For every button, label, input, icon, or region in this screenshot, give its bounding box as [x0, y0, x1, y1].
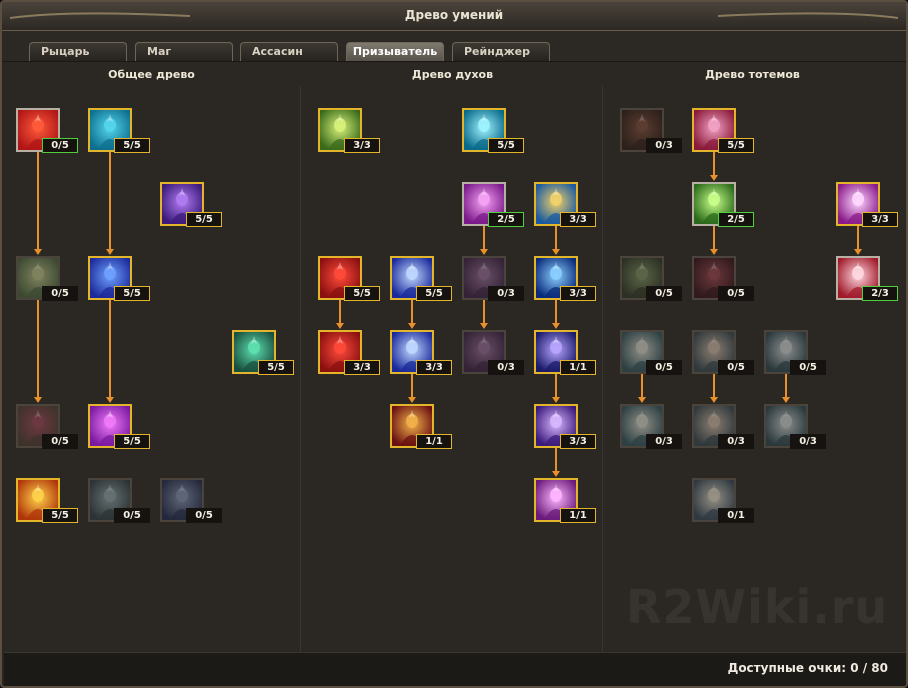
- skill-spirits-red-brute[interactable]: 5/5: [318, 256, 380, 301]
- skill-spirits-blue-warrior[interactable]: 3/3: [534, 256, 596, 301]
- skill-rank-badge: 1/1: [416, 434, 452, 449]
- skill-rank-badge: 5/5: [718, 138, 754, 153]
- tab-summoner[interactable]: Призыватель: [346, 42, 444, 61]
- column-divider: [300, 86, 301, 652]
- skill-rank-badge: 2/3: [862, 286, 898, 301]
- skill-rank-badge: 5/5: [416, 286, 452, 301]
- skill-spirits-triad-1[interactable]: 1/1: [534, 330, 596, 375]
- skill-rank-badge: 0/5: [42, 138, 78, 153]
- skill-totems-green-glow[interactable]: 2/5: [692, 182, 754, 227]
- skill-rank-badge: 5/5: [114, 138, 150, 153]
- skill-totems-blood-drop[interactable]: 0/5: [692, 256, 754, 301]
- general-tree-title: Общее древо: [108, 68, 195, 81]
- skill-rank-badge: 0/3: [790, 434, 826, 449]
- skill-general-violet-orbs[interactable]: 5/5: [88, 404, 150, 449]
- skill-rank-badge: 0/3: [646, 434, 682, 449]
- skill-rank-badge: 5/5: [344, 286, 380, 301]
- skill-rank-badge: 1/1: [560, 360, 596, 375]
- skill-rank-badge: 3/3: [560, 212, 596, 227]
- spirit-tree-title: Древо духов: [411, 68, 494, 81]
- skill-rank-badge: 0/5: [186, 508, 222, 523]
- skill-totems-pink-face[interactable]: 3/3: [836, 182, 898, 227]
- skill-totems-spire-idol-2[interactable]: 0/3: [764, 404, 826, 449]
- skill-spirits-triad-2[interactable]: 3/3: [534, 404, 596, 449]
- skill-spirits-dim-lotus[interactable]: 0/3: [462, 256, 524, 301]
- skill-rank-badge: 2/5: [488, 212, 524, 227]
- skill-totems-horned-idol[interactable]: 0/1: [692, 478, 754, 523]
- skill-totems-skull-bloom[interactable]: 2/3: [836, 256, 898, 301]
- skill-rank-badge: 5/5: [114, 434, 150, 449]
- window-title: Древо умений: [404, 8, 504, 22]
- skill-general-grey-tree[interactable]: 0/5: [88, 478, 150, 523]
- skill-spirits-red-brute-2[interactable]: 3/3: [318, 330, 380, 375]
- skill-rank-badge: 5/5: [258, 360, 294, 375]
- skill-rank-badge: 2/5: [718, 212, 754, 227]
- skill-general-cyan-figure[interactable]: 5/5: [88, 108, 150, 153]
- column-divider: [602, 86, 603, 652]
- skill-totems-pink-totem[interactable]: 5/5: [692, 108, 754, 153]
- skill-rank-badge: 0/5: [646, 360, 682, 375]
- skill-rank-badge: 3/3: [416, 360, 452, 375]
- skill-totems-stone-idol-2[interactable]: 0/3: [620, 404, 682, 449]
- title-bar: Древо умений: [2, 2, 906, 31]
- skill-rank-badge: 3/3: [560, 286, 596, 301]
- tab-knight[interactable]: Рыцарь: [29, 42, 127, 61]
- skill-general-red-figure[interactable]: 0/5: [16, 108, 78, 153]
- tab-assassin[interactable]: Ассасин: [240, 42, 338, 61]
- watermark: R2Wiki.ru: [626, 580, 889, 634]
- skill-spirits-cyan-wave[interactable]: 5/5: [462, 108, 524, 153]
- tab-ranger[interactable]: Рейнджер: [452, 42, 550, 61]
- skill-spirits-ice-tree-2[interactable]: 3/3: [390, 330, 452, 375]
- skill-rank-badge: 5/5: [114, 286, 150, 301]
- skill-totems-dark-totem[interactable]: 0/3: [620, 108, 682, 153]
- skill-spirits-ice-tree[interactable]: 5/5: [390, 256, 452, 301]
- skill-rank-badge: 0/5: [718, 286, 754, 301]
- skill-general-fire-sigil[interactable]: 5/5: [16, 478, 78, 523]
- available-points: Доступные очки: 0 / 80: [727, 661, 888, 675]
- skill-rank-badge: 3/3: [560, 434, 596, 449]
- skill-rank-badge: 3/3: [344, 138, 380, 153]
- skill-spirits-violet-lotus[interactable]: 2/5: [462, 182, 524, 227]
- skill-rank-badge: 5/5: [488, 138, 524, 153]
- skill-rank-badge: 3/3: [862, 212, 898, 227]
- class-tab-bar: Рыцарь Маг Ассасин Призыватель Рейнджер: [2, 31, 906, 62]
- skill-rank-badge: 3/3: [344, 360, 380, 375]
- tab-mage[interactable]: Маг: [135, 42, 233, 61]
- skill-rank-badge: 0/5: [718, 360, 754, 375]
- skill-spirits-dim-lotus-2[interactable]: 0/3: [462, 330, 524, 375]
- skill-rank-badge: 0/3: [718, 434, 754, 449]
- skill-rank-badge: 0/3: [488, 286, 524, 301]
- skill-general-green-cross[interactable]: 0/5: [16, 256, 78, 301]
- skill-spirits-hooded-mage[interactable]: 1/1: [390, 404, 452, 449]
- skill-rank-badge: 0/5: [114, 508, 150, 523]
- skill-rank-badge: 5/5: [186, 212, 222, 227]
- skill-rank-badge: 1/1: [560, 508, 596, 523]
- skill-general-purple-figure[interactable]: 5/5: [160, 182, 222, 227]
- skill-totems-winged-idol-2[interactable]: 0/3: [692, 404, 754, 449]
- skill-tree-window: Древо умений Рыцарь Маг Ассасин Призыват…: [0, 0, 908, 688]
- skill-general-blue-orbs[interactable]: 5/5: [88, 256, 150, 301]
- skill-rank-badge: 0/5: [646, 286, 682, 301]
- skill-totems-stone-idol[interactable]: 0/5: [620, 330, 682, 375]
- skill-rank-badge: 0/5: [42, 286, 78, 301]
- skill-rank-badge: 0/3: [646, 138, 682, 153]
- skill-spirits-green-spirit[interactable]: 3/3: [318, 108, 380, 153]
- skill-rank-badge: 0/1: [718, 508, 754, 523]
- skill-rank-badge: 0/5: [790, 360, 826, 375]
- skill-general-red-cross[interactable]: 0/5: [16, 404, 78, 449]
- skill-totems-green-beast[interactable]: 0/5: [620, 256, 682, 301]
- totem-tree-title: Древо тотемов: [705, 68, 800, 81]
- skill-general-green-stone[interactable]: 5/5: [232, 330, 294, 375]
- skill-spirits-sky-burst[interactable]: 3/3: [534, 182, 596, 227]
- skill-totems-spire-idol[interactable]: 0/5: [764, 330, 826, 375]
- skill-rank-badge: 0/3: [488, 360, 524, 375]
- skill-rank-badge: 0/5: [42, 434, 78, 449]
- skill-general-blue-tree[interactable]: 0/5: [160, 478, 222, 523]
- skill-totems-winged-idol[interactable]: 0/5: [692, 330, 754, 375]
- skill-spirits-triad-3[interactable]: 1/1: [534, 478, 596, 523]
- skill-rank-badge: 5/5: [42, 508, 78, 523]
